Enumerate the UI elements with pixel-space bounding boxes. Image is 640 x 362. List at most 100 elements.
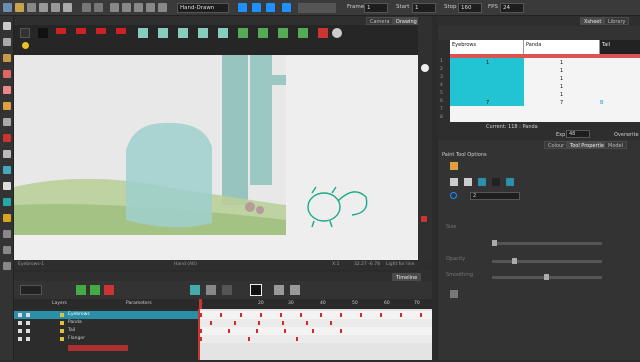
add-peg-icon[interactable] (90, 285, 100, 295)
slider-track[interactable] (492, 274, 602, 280)
xsheet-cell[interactable]: 1 (486, 60, 489, 66)
layer-props-icon[interactable] (20, 285, 42, 295)
option-icon[interactable] (492, 178, 500, 186)
onion-skin-icon[interactable] (190, 285, 200, 295)
xsheet-cell[interactable]: 1 (560, 60, 563, 66)
stop-motion-icon[interactable] (222, 285, 232, 295)
cut-icon[interactable] (39, 3, 48, 12)
hidden-layer-row[interactable] (68, 345, 128, 351)
stop-field[interactable]: 160 (458, 3, 482, 13)
value-field[interactable]: 2 (470, 192, 520, 200)
morph-icon[interactable] (3, 214, 11, 222)
hand-icon[interactable] (3, 182, 11, 190)
preset-brush-icon[interactable] (76, 28, 86, 34)
settings-gear-icon[interactable] (332, 28, 342, 38)
column-header[interactable]: Panda (524, 40, 600, 54)
pressure-icon[interactable] (450, 290, 458, 298)
layer-visibility-toggle[interactable] (18, 313, 22, 317)
xsheet-cell[interactable]: 1 (560, 92, 563, 98)
redo-icon[interactable] (94, 3, 103, 12)
delete-layer-icon[interactable] (104, 285, 114, 295)
overwrite-option[interactable]: Overwrite (614, 132, 639, 138)
slider-knob[interactable] (492, 240, 497, 246)
play-icon[interactable] (238, 3, 247, 12)
extend-exposure-icon[interactable] (274, 285, 284, 295)
tab-library[interactable]: Library (604, 17, 630, 25)
ink-icon[interactable] (3, 134, 11, 142)
playback-speed-slider[interactable] (298, 3, 336, 13)
xsheet-grid[interactable]: Eyebrows Panda Tail 1 1 1 1 1 1 7 7 B (450, 40, 640, 122)
select-icon[interactable] (3, 22, 11, 30)
option-icon[interactable] (450, 178, 458, 186)
layer-row[interactable]: Tail (14, 327, 198, 335)
grid-icon[interactable] (158, 3, 167, 12)
tab-model[interactable]: Model (604, 141, 628, 149)
paste-icon[interactable] (63, 3, 72, 12)
frame-field[interactable]: 1 (364, 3, 388, 13)
brush-icon[interactable] (3, 54, 11, 62)
layer-visibility-toggle[interactable] (18, 321, 22, 325)
layer-row[interactable]: Eyebrows (14, 311, 198, 319)
zoom-tool-icon[interactable] (134, 3, 143, 12)
preset-brush-icon[interactable] (96, 28, 106, 34)
light-table-icon[interactable] (22, 42, 29, 49)
lighting-mode[interactable]: Light for line (386, 262, 414, 267)
add-layer-icon[interactable] (76, 285, 86, 295)
selected-keyframe-icon[interactable] (250, 284, 262, 296)
layer-lock-toggle[interactable] (26, 329, 30, 333)
select-tool-icon[interactable] (110, 3, 119, 12)
preset-pencil-icon[interactable] (298, 28, 308, 38)
layer-lock-toggle[interactable] (26, 321, 30, 325)
preset-eraser-icon[interactable] (218, 28, 228, 38)
preset-pencil-icon[interactable] (258, 28, 268, 38)
slider-knob[interactable] (512, 258, 517, 264)
slider-track[interactable] (492, 258, 602, 264)
slider-track[interactable] (492, 240, 602, 246)
new-scene-icon[interactable] (27, 3, 36, 12)
shape-icon[interactable] (3, 118, 11, 126)
layer-visibility-toggle[interactable] (18, 337, 22, 341)
xsheet-cell[interactable]: 7 (486, 100, 489, 106)
timeline-frames[interactable] (198, 309, 432, 360)
pencil-icon[interactable] (3, 70, 11, 78)
undo-icon[interactable] (82, 3, 91, 12)
dropper-icon[interactable] (3, 166, 11, 174)
tab-camera[interactable]: Camera (366, 17, 394, 25)
contour-editor-icon[interactable] (3, 38, 11, 46)
eraser-icon[interactable] (3, 86, 11, 94)
rotate-icon[interactable] (3, 198, 11, 206)
xsheet-cell[interactable]: 1 (560, 68, 563, 74)
xsheet-cell[interactable]: 7 (560, 100, 563, 106)
transform-tool-icon[interactable] (122, 3, 131, 12)
layer-visibility-toggle[interactable] (18, 329, 22, 333)
sound-icon[interactable] (282, 3, 291, 12)
start-field[interactable]: 1 (412, 3, 436, 13)
tab-xsheet[interactable]: Xsheet (580, 17, 606, 25)
preset-eraser-icon[interactable] (138, 28, 148, 38)
zoom-icon[interactable] (3, 262, 11, 270)
layer-row[interactable]: Flanger (14, 335, 198, 343)
xsheet-cell[interactable]: 1 (560, 76, 563, 82)
option-icon[interactable] (506, 178, 514, 186)
loop-icon[interactable] (252, 3, 261, 12)
layer-lock-toggle[interactable] (26, 313, 30, 317)
preset-brush-icon[interactable] (116, 28, 126, 34)
add-preset-icon[interactable] (318, 28, 328, 38)
circle-icon[interactable] (450, 192, 457, 199)
exp-field[interactable]: 48 (566, 130, 590, 138)
cutter-icon[interactable] (3, 150, 11, 158)
slider-knob[interactable] (544, 274, 549, 280)
step-icon[interactable] (266, 3, 275, 12)
camera-tool-icon[interactable] (146, 3, 155, 12)
paint-icon[interactable] (3, 102, 11, 110)
preset-pencil-icon[interactable] (278, 28, 288, 38)
preset-brush-icon[interactable] (38, 28, 48, 38)
layer-row[interactable]: Panda (14, 319, 198, 327)
open-folder-icon[interactable] (15, 3, 24, 12)
layer-lock-toggle[interactable] (26, 337, 30, 341)
xsheet-cell[interactable]: B (600, 100, 603, 106)
text-icon[interactable] (3, 246, 11, 254)
insert-blank-icon[interactable] (290, 285, 300, 295)
keyframe-icon[interactable] (206, 285, 216, 295)
option-icon[interactable] (464, 178, 472, 186)
